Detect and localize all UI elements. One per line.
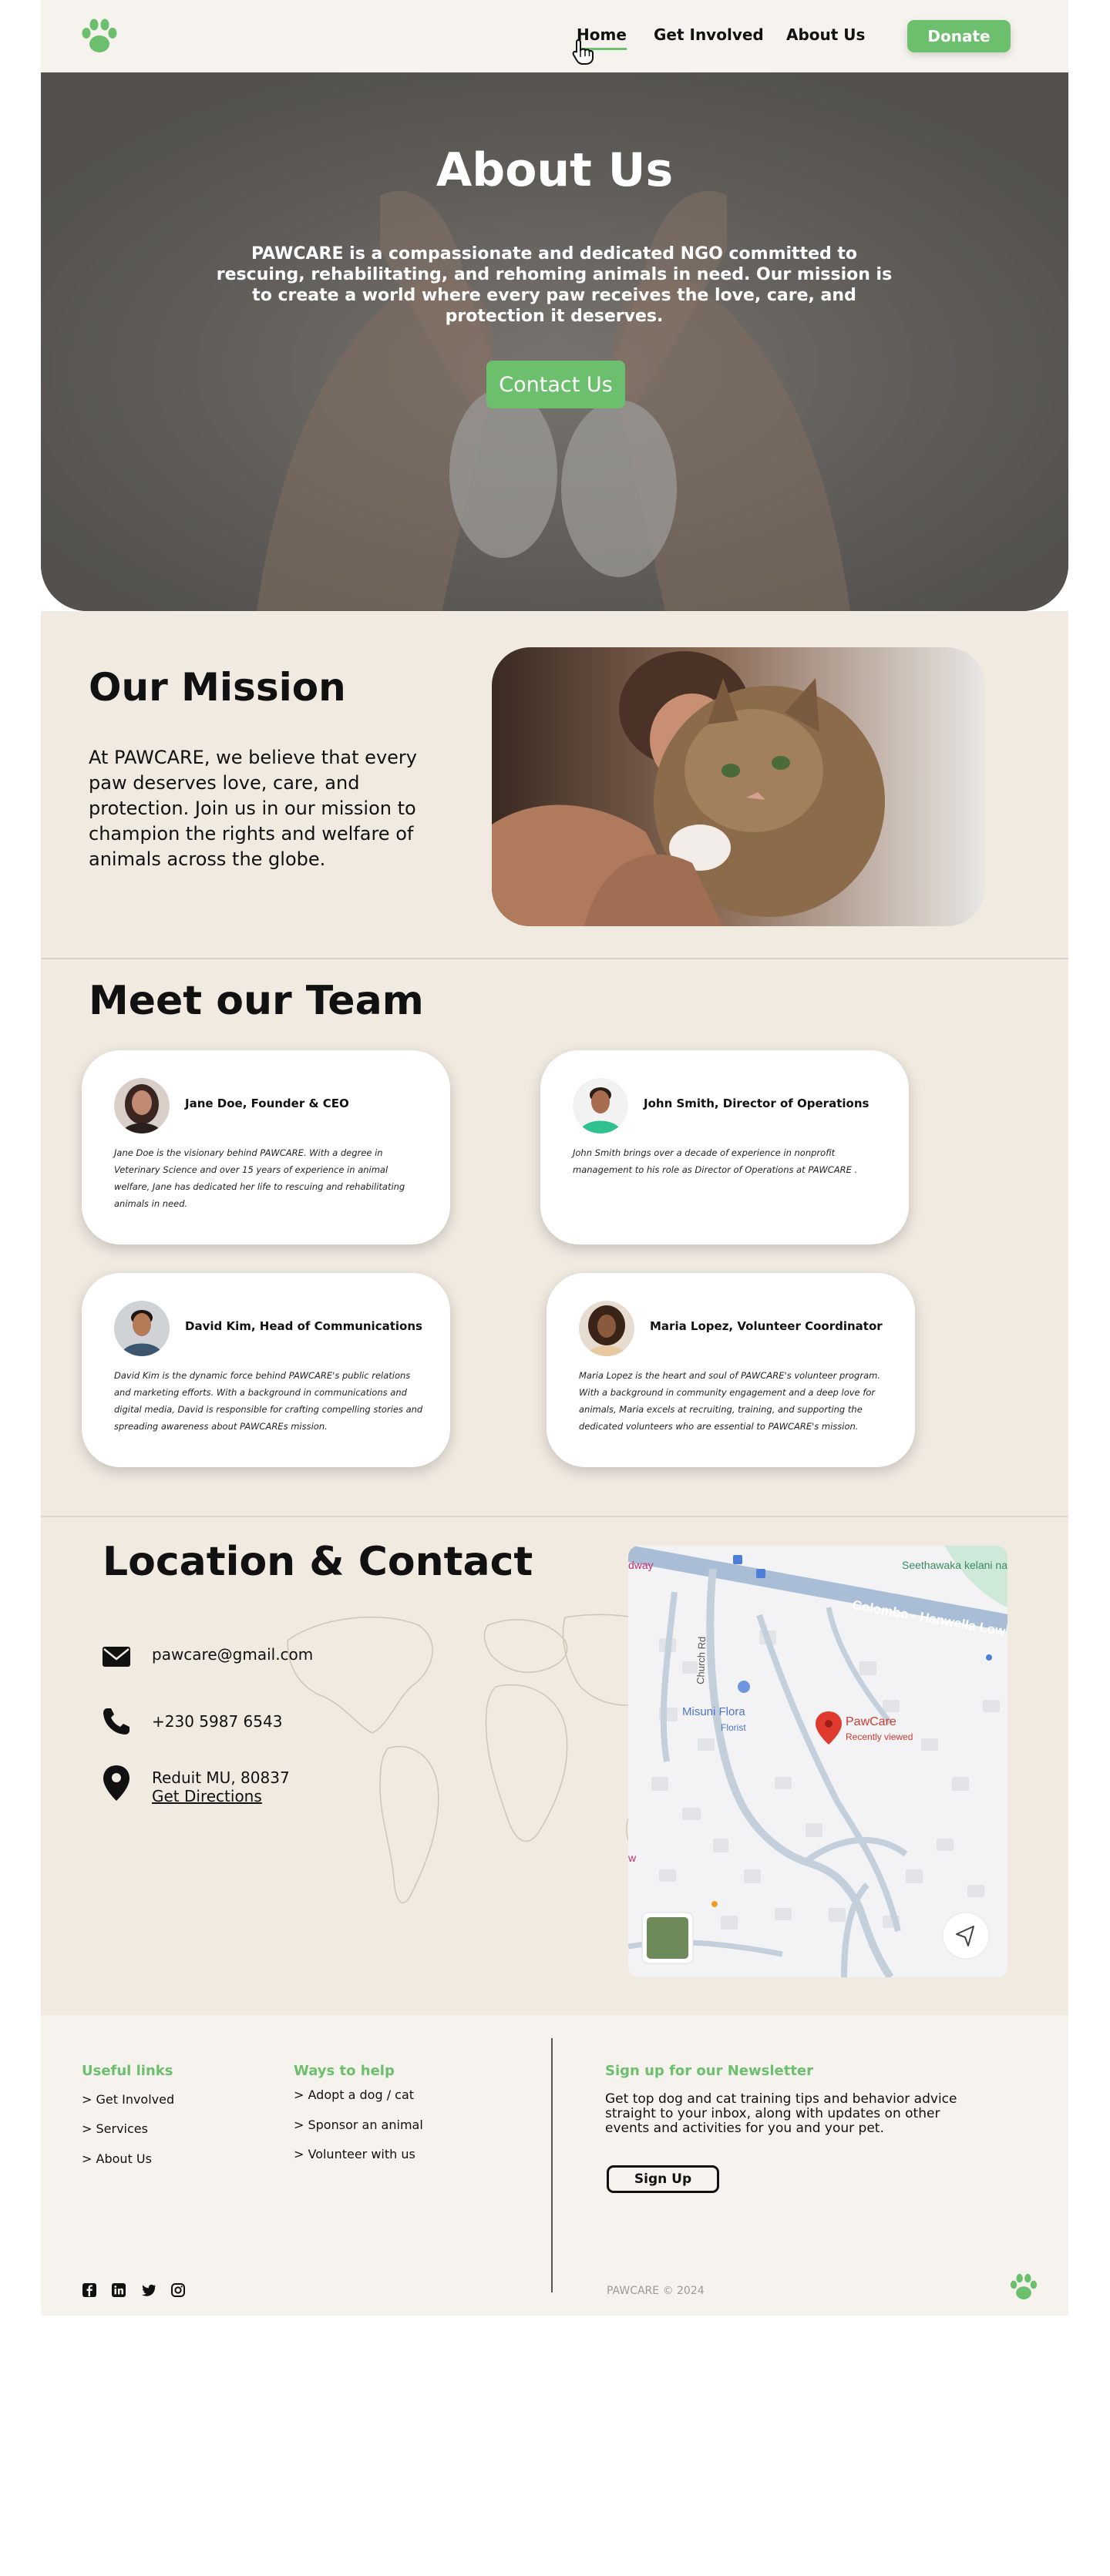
avatar [114,1301,170,1356]
map-pin-note: Recently viewed [846,1731,913,1742]
hero-description: PAWCARE is a compassionate and dedicated… [216,244,893,326]
location-contact-section: Location & Contact pawcare@gmail.com +23… [41,1516,1068,2015]
phone-icon [103,1708,130,1735]
map-locate-button[interactable] [942,1912,990,1960]
get-directions-link[interactable]: Get Directions [152,1787,262,1805]
avatar [114,1078,170,1134]
facebook-icon[interactable] [82,2282,97,2298]
paw-logo-icon[interactable] [79,17,119,55]
map-pin-icon [103,1765,130,1801]
useful-links-title: Useful links [82,2063,173,2079]
hand-pointer-cursor-icon [572,39,594,65]
team-member-name: Maria Lopez, Volunteer Coordinator [650,1319,883,1333]
newsletter-title: Sign up for our Newsletter [605,2063,814,2079]
team-card-david: David Kim, Head of Communications David … [82,1273,450,1467]
map-edge-label: dway [628,1559,654,1571]
footer-link-sponsor[interactable]: > Sponsor an animal [294,2118,423,2132]
contact-email[interactable]: pawcare@gmail.com [152,1645,313,1664]
map-pin-name[interactable]: PawCare [846,1715,896,1728]
map-street-label: Church Rd [695,1636,708,1684]
team-card-john: John Smith, Director of Operations John … [540,1050,909,1244]
footer-divider [551,2038,553,2292]
location-title: Location & Contact [103,1539,533,1585]
nav-about-us-link[interactable]: About Us [786,25,865,44]
hero-section: About Us PAWCARE is a compassionate and … [41,72,1068,611]
contact-address: Reduit MU, 80837 [152,1768,290,1787]
instagram-icon[interactable] [170,2282,186,2298]
team-card-maria: Maria Lopez, Volunteer Coordinator Maria… [547,1273,915,1467]
team-member-name: Jane Doe, Founder & CEO [185,1097,349,1110]
team-member-bio: David Kim is the dynamic force behind PA… [114,1370,423,1432]
twitter-icon[interactable] [141,2282,156,2298]
team-member-bio: Jane Doe is the visionary behind PAWCARE… [114,1147,405,1209]
team-card-jane: Jane Doe, Founder & CEO Jane Doe is the … [82,1050,450,1244]
footer-link-get-involved[interactable]: > Get Involved [82,2092,174,2107]
team-section: Meet our Team Jane Doe, Founder & CEO Ja… [41,958,1068,1516]
team-member-name: John Smith, Director of Operations [644,1097,870,1110]
nav-get-involved-link[interactable]: Get Involved [654,25,764,44]
top-navbar: Home Get Involved About Us Donate [41,0,1068,72]
avatar [573,1078,628,1134]
map-park-label: Seethawaka kelani nadee little park [902,1559,1007,1571]
copyright-text: PAWCARE © 2024 [607,2285,705,2297]
contact-phone[interactable]: +230 5987 6543 [152,1712,282,1731]
footer-link-volunteer[interactable]: > Volunteer with us [294,2147,415,2161]
team-member-name: David Kim, Head of Communications [185,1319,422,1333]
map-florist-type: Florist [721,1722,746,1733]
linkedin-icon[interactable] [111,2282,126,2298]
contact-us-button[interactable]: Contact Us [486,361,625,408]
newsletter-description: Get top dog and cat training tips and be… [605,2091,957,2136]
team-member-bio: John Smith brings over a decade of exper… [573,1147,858,1175]
mission-section: Our Mission At PAWCARE, we believe that … [41,611,1068,958]
team-member-bio: Maria Lopez is the heart and soul of PAW… [579,1370,880,1432]
footer-link-services[interactable]: > Services [82,2121,148,2136]
footer-link-about-us[interactable]: > About Us [82,2151,152,2166]
footer-link-adopt[interactable]: > Adopt a dog / cat [294,2087,414,2102]
mission-text: At PAWCARE, we believe that every paw de… [89,747,417,870]
hero-title: About Us [436,143,674,197]
paw-footer-icon [1010,2273,1038,2299]
woman-hugging-cat-image [492,647,985,926]
site-footer: Useful links > Get Involved > Services >… [41,2015,1068,2316]
florist-map-icon[interactable] [738,1681,750,1693]
mission-title: Our Mission [89,665,346,710]
ways-to-help-title: Ways to help [294,2063,395,2079]
donate-button[interactable]: Donate [907,20,1011,52]
map-edge-label-2: w [628,1852,637,1864]
map-canvas[interactable]: Colombo - Hanwella Low Church Rd Seethaw… [628,1546,1007,1977]
avatar [579,1301,634,1356]
map-florist-name[interactable]: Misuni Flora [682,1705,745,1718]
google-map-embed[interactable]: Colombo - Hanwella Low Church Rd Seethaw… [628,1546,1007,1977]
team-title: Meet our Team [89,978,424,1024]
sign-up-button[interactable]: Sign Up [607,2165,719,2193]
envelope-icon [103,1647,130,1667]
